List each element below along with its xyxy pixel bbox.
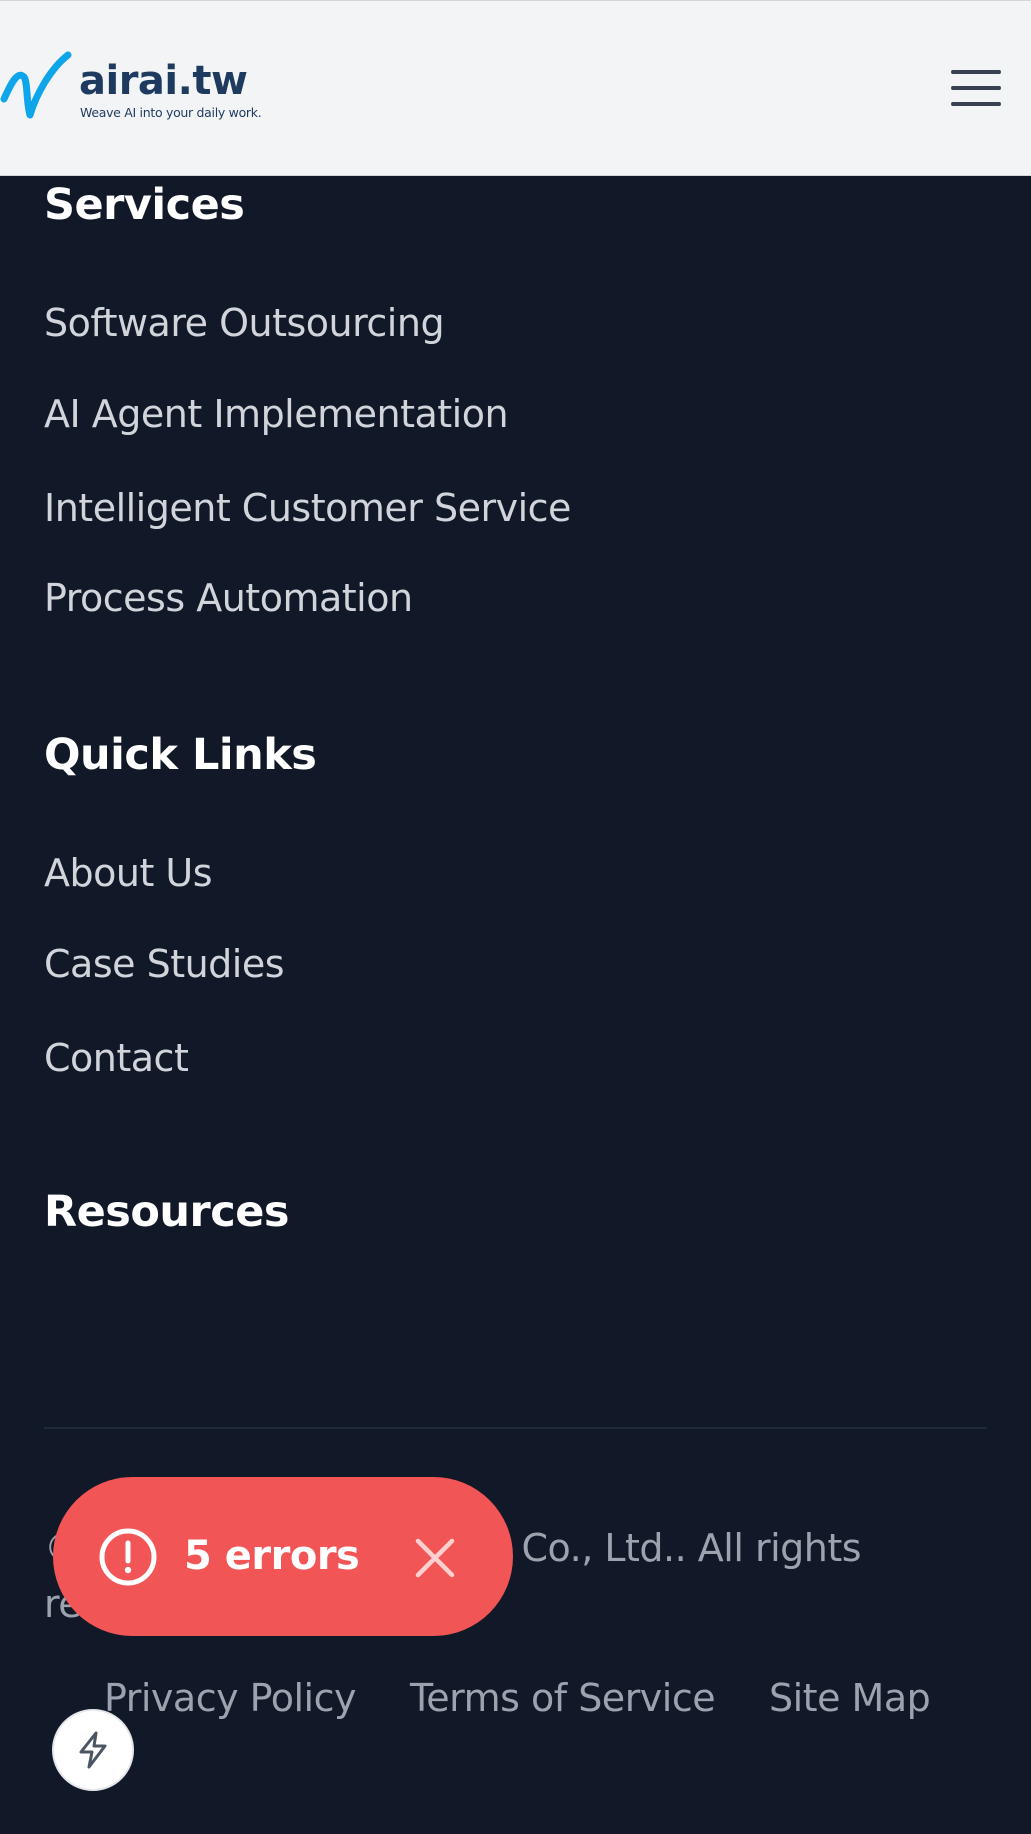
privacy-policy-link[interactable]: Privacy Policy xyxy=(104,1676,356,1720)
services-link-software-outsourcing[interactable]: Software Outsourcing xyxy=(44,301,445,345)
hamburger-menu-icon xyxy=(951,70,1001,74)
lightning-bolt-icon xyxy=(79,1731,107,1769)
services-link-intelligent-customer-service[interactable]: Intelligent Customer Service xyxy=(44,486,571,530)
site-header: airai.tw Weave AI into your daily work. xyxy=(0,0,1031,176)
site-logo[interactable]: airai.tw Weave AI into your daily work. xyxy=(0,51,262,131)
quick-link-about-us[interactable]: About Us xyxy=(44,851,213,895)
quick-link-case-studies[interactable]: Case Studies xyxy=(44,942,285,986)
exclamation-circle-icon xyxy=(99,1528,157,1586)
dev-tools-button[interactable] xyxy=(52,1709,134,1791)
footer-divider xyxy=(44,1427,987,1429)
logo-mark-icon xyxy=(0,51,72,119)
copyright-end: Co., Ltd.. All rights xyxy=(521,1526,862,1570)
logo-tagline: Weave AI into your daily work. xyxy=(80,105,262,120)
services-link-process-automation[interactable]: Process Automation xyxy=(44,576,413,620)
quick-links-heading: Quick Links xyxy=(44,730,317,780)
close-icon[interactable] xyxy=(413,1536,457,1580)
services-heading: Services xyxy=(44,180,245,230)
logo-name: airai.tw xyxy=(79,58,248,104)
services-link-ai-agent-implementation[interactable]: AI Agent Implementation xyxy=(44,392,509,436)
hamburger-menu-button[interactable] xyxy=(946,63,1006,113)
resources-heading: Resources xyxy=(44,1187,289,1237)
terms-of-service-link[interactable]: Terms of Service xyxy=(410,1676,716,1720)
error-toast[interactable]: 5 errors xyxy=(53,1477,513,1636)
error-count-label: 5 errors xyxy=(184,1533,360,1579)
quick-link-contact[interactable]: Contact xyxy=(44,1036,189,1080)
site-map-link[interactable]: Site Map xyxy=(769,1676,931,1720)
